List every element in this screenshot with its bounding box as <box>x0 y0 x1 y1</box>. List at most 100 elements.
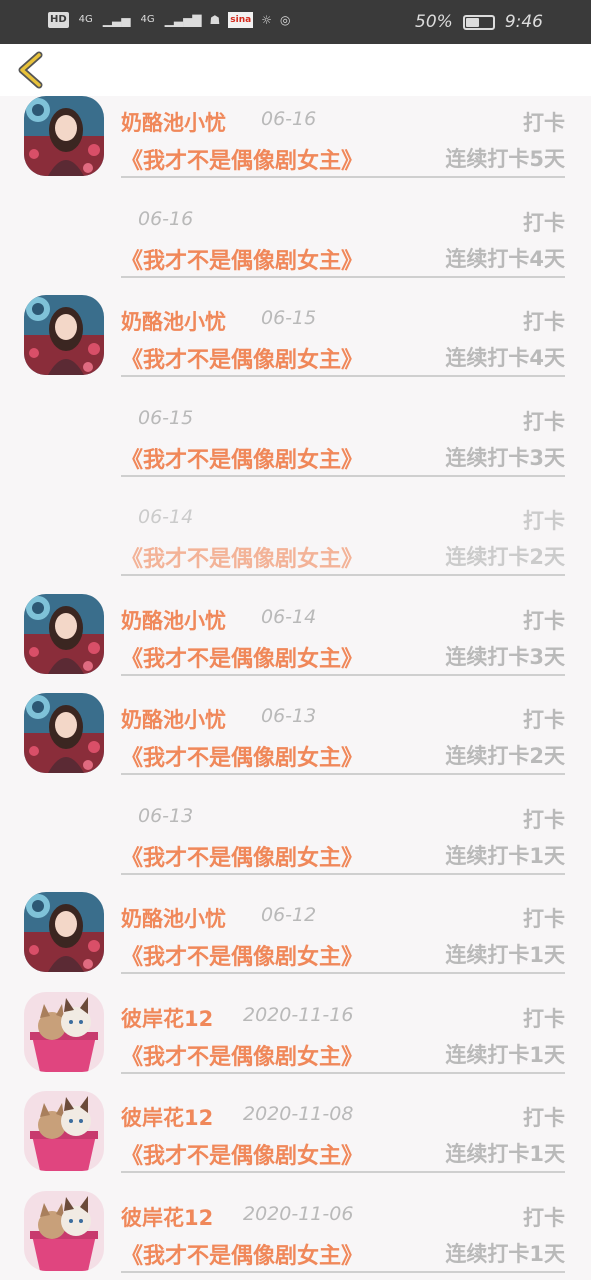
book-title[interactable]: 《我才不是偶像剧女主》 <box>121 342 363 374</box>
list-item[interactable]: 06-14 打卡《我才不是偶像剧女主》 连续打卡2天 <box>0 494 591 594</box>
divider <box>121 574 565 576</box>
list-item[interactable]: 彼岸花12 2020-11-06 打卡 《我才不是偶像剧女主》 连续打卡1天 <box>0 1190 591 1280</box>
avatar[interactable] <box>24 991 104 1072</box>
user-name[interactable]: 奶酪池小忧 <box>121 306 226 336</box>
list-item[interactable]: 06-16 打卡《我才不是偶像剧女主》 连续打卡4天 <box>0 196 591 296</box>
back-button[interactable] <box>12 50 52 90</box>
checkin-date: 06-12 <box>261 904 317 926</box>
book-title[interactable]: 《我才不是偶像剧女主》 <box>121 939 363 971</box>
book-title[interactable]: 《我才不是偶像剧女主》 <box>121 541 363 573</box>
divider <box>121 1270 565 1273</box>
book-title[interactable]: 《我才不是偶像剧女主》 <box>121 143 363 175</box>
list-item[interactable]: 奶酪池小忧 06-16 打卡《我才不是偶像剧女主》 连续打卡5天 <box>0 96 591 196</box>
list-item[interactable]: 奶酪池小忧 06-12 打卡 《我才不是偶像剧女主》 连续打卡1天 <box>0 892 591 992</box>
divider <box>121 972 565 974</box>
checkin-date: 06-13 <box>138 804 194 827</box>
book-title[interactable]: 《我才不是偶像剧女主》 <box>121 641 363 673</box>
divider <box>121 673 565 676</box>
user-name[interactable]: 彼岸花12 <box>121 1202 213 1232</box>
list-item[interactable]: 奶酪池小忧 06-14 打卡《我才不是偶像剧女主》 连续打卡3天 <box>0 593 591 694</box>
status-icons-left: HD 4G ▁▃▅ 4G ▁▃▅▇ ☗ sina ☼ ◎ <box>48 12 290 28</box>
checkin-label: 打卡 <box>523 608 565 633</box>
streak-text: 连续打卡3天 <box>445 644 565 669</box>
checkin-date: 2020-11-08 <box>243 1103 354 1125</box>
status-icons-right: 50% 9:46 <box>415 12 543 32</box>
divider <box>121 872 565 875</box>
streak-text: 连续打卡3天 <box>445 445 565 470</box>
checkin-label: 打卡 <box>523 310 565 334</box>
divider <box>121 1071 565 1074</box>
checkin-date: 2020-11-16 <box>243 1003 354 1026</box>
divider <box>121 275 565 278</box>
checkin-date: 06-14 <box>261 605 317 628</box>
avatar[interactable] <box>24 1091 104 1171</box>
book-title[interactable]: 《我才不是偶像剧女主》 <box>121 1039 363 1071</box>
chevron-left-icon <box>18 51 43 89</box>
streak-text: 连续打卡4天 <box>445 246 565 271</box>
network-4g-2: 4G <box>140 14 155 25</box>
checkin-date: 06-15 <box>261 307 317 329</box>
divider <box>121 1171 565 1173</box>
network-4g-1: 4G <box>78 14 93 25</box>
streak-text: 连续打卡5天 <box>445 147 565 171</box>
battery-icon <box>462 14 495 30</box>
list-item[interactable]: 奶酪池小忧 06-15 打卡《我才不是偶像剧女主》 连续打卡4天 <box>0 295 591 395</box>
checkin-label: 打卡 <box>523 1006 565 1031</box>
streak-text: 连续打卡1天 <box>445 1142 565 1166</box>
divider <box>121 176 565 178</box>
checkin-date: 06-15 <box>138 406 194 429</box>
user-name[interactable]: 奶酪池小忧 <box>121 605 226 635</box>
battery-percent: 50% <box>415 12 453 32</box>
avatar[interactable] <box>24 693 104 773</box>
battery-fill <box>465 17 479 27</box>
list-item[interactable]: 彼岸花12 2020-11-08 打卡《我才不是偶像剧女主》 连续打卡1天 <box>0 1091 591 1191</box>
checkin-label: 打卡 <box>523 509 565 533</box>
streak-text: 连续打卡1天 <box>445 1241 565 1266</box>
checkin-date: 06-16 <box>138 207 194 230</box>
checkin-label: 打卡 <box>523 111 565 135</box>
book-title[interactable]: 《我才不是偶像剧女主》 <box>121 1238 363 1270</box>
avatar[interactable] <box>24 1190 104 1271</box>
avatar[interactable] <box>24 892 104 972</box>
book-title[interactable]: 《我才不是偶像剧女主》 <box>121 243 363 275</box>
signal-icon: ▁▃▅ <box>102 13 131 27</box>
book-title[interactable]: 《我才不是偶像剧女主》 <box>121 740 363 772</box>
checkin-label: 打卡 <box>523 1205 565 1230</box>
divider <box>121 375 565 377</box>
checkin-label: 打卡 <box>523 708 565 732</box>
top-bar <box>0 44 591 96</box>
list-item[interactable]: 彼岸花12 2020-11-16 打卡《我才不是偶像剧女主》 连续打卡1天 <box>0 991 591 1092</box>
checkin-date: 06-16 <box>261 108 317 130</box>
clock: 9:46 <box>504 12 543 32</box>
book-title[interactable]: 《我才不是偶像剧女主》 <box>121 1138 363 1170</box>
user-name[interactable]: 彼岸花12 <box>121 1003 213 1033</box>
checkin-date: 06-14 <box>138 506 194 528</box>
book-title[interactable]: 《我才不是偶像剧女主》 <box>121 442 363 474</box>
list-item[interactable]: 06-15 打卡 《我才不是偶像剧女主》 连续打卡3天 <box>0 395 591 495</box>
streak-text: 连续打卡1天 <box>445 843 565 868</box>
streak-text: 连续打卡4天 <box>445 346 565 370</box>
avatar[interactable] <box>24 593 104 674</box>
checkin-date: 06-13 <box>261 705 317 727</box>
streak-text: 连续打卡1天 <box>445 1042 565 1067</box>
target-icon: ◎ <box>280 13 291 27</box>
streak-text: 连续打卡2天 <box>445 545 565 569</box>
user-name[interactable]: 奶酪池小忧 <box>121 107 226 137</box>
list-item[interactable]: 奶酪池小忧 06-13 打卡《我才不是偶像剧女主》 连续打卡2天 <box>0 693 591 793</box>
hd-badge: HD <box>48 12 69 28</box>
bulb-icon: ☼ <box>261 13 272 27</box>
divider <box>121 474 565 477</box>
checkin-list[interactable]: 奶酪池小忧 06-16 打卡 《我才不是偶像剧女主》 连续打卡5天 06-16 打卡 《我才不… <box>0 96 591 1280</box>
user-name[interactable]: 奶酪池小忧 <box>121 704 226 734</box>
checkin-label: 打卡 <box>523 210 565 235</box>
checkin-label: 打卡 <box>523 907 565 931</box>
user-name[interactable]: 奶酪池小忧 <box>121 903 226 933</box>
book-title[interactable]: 《我才不是偶像剧女主》 <box>121 840 363 872</box>
streak-text: 连续打卡2天 <box>445 744 565 768</box>
checkin-label: 打卡 <box>523 1106 565 1130</box>
avatar[interactable] <box>24 295 104 375</box>
checkin-label: 打卡 <box>523 807 565 832</box>
list-item[interactable]: 06-13 打卡《我才不是偶像剧女主》 连续打卡1天 <box>0 793 591 893</box>
user-name[interactable]: 彼岸花12 <box>121 1102 213 1132</box>
avatar[interactable] <box>24 96 104 176</box>
